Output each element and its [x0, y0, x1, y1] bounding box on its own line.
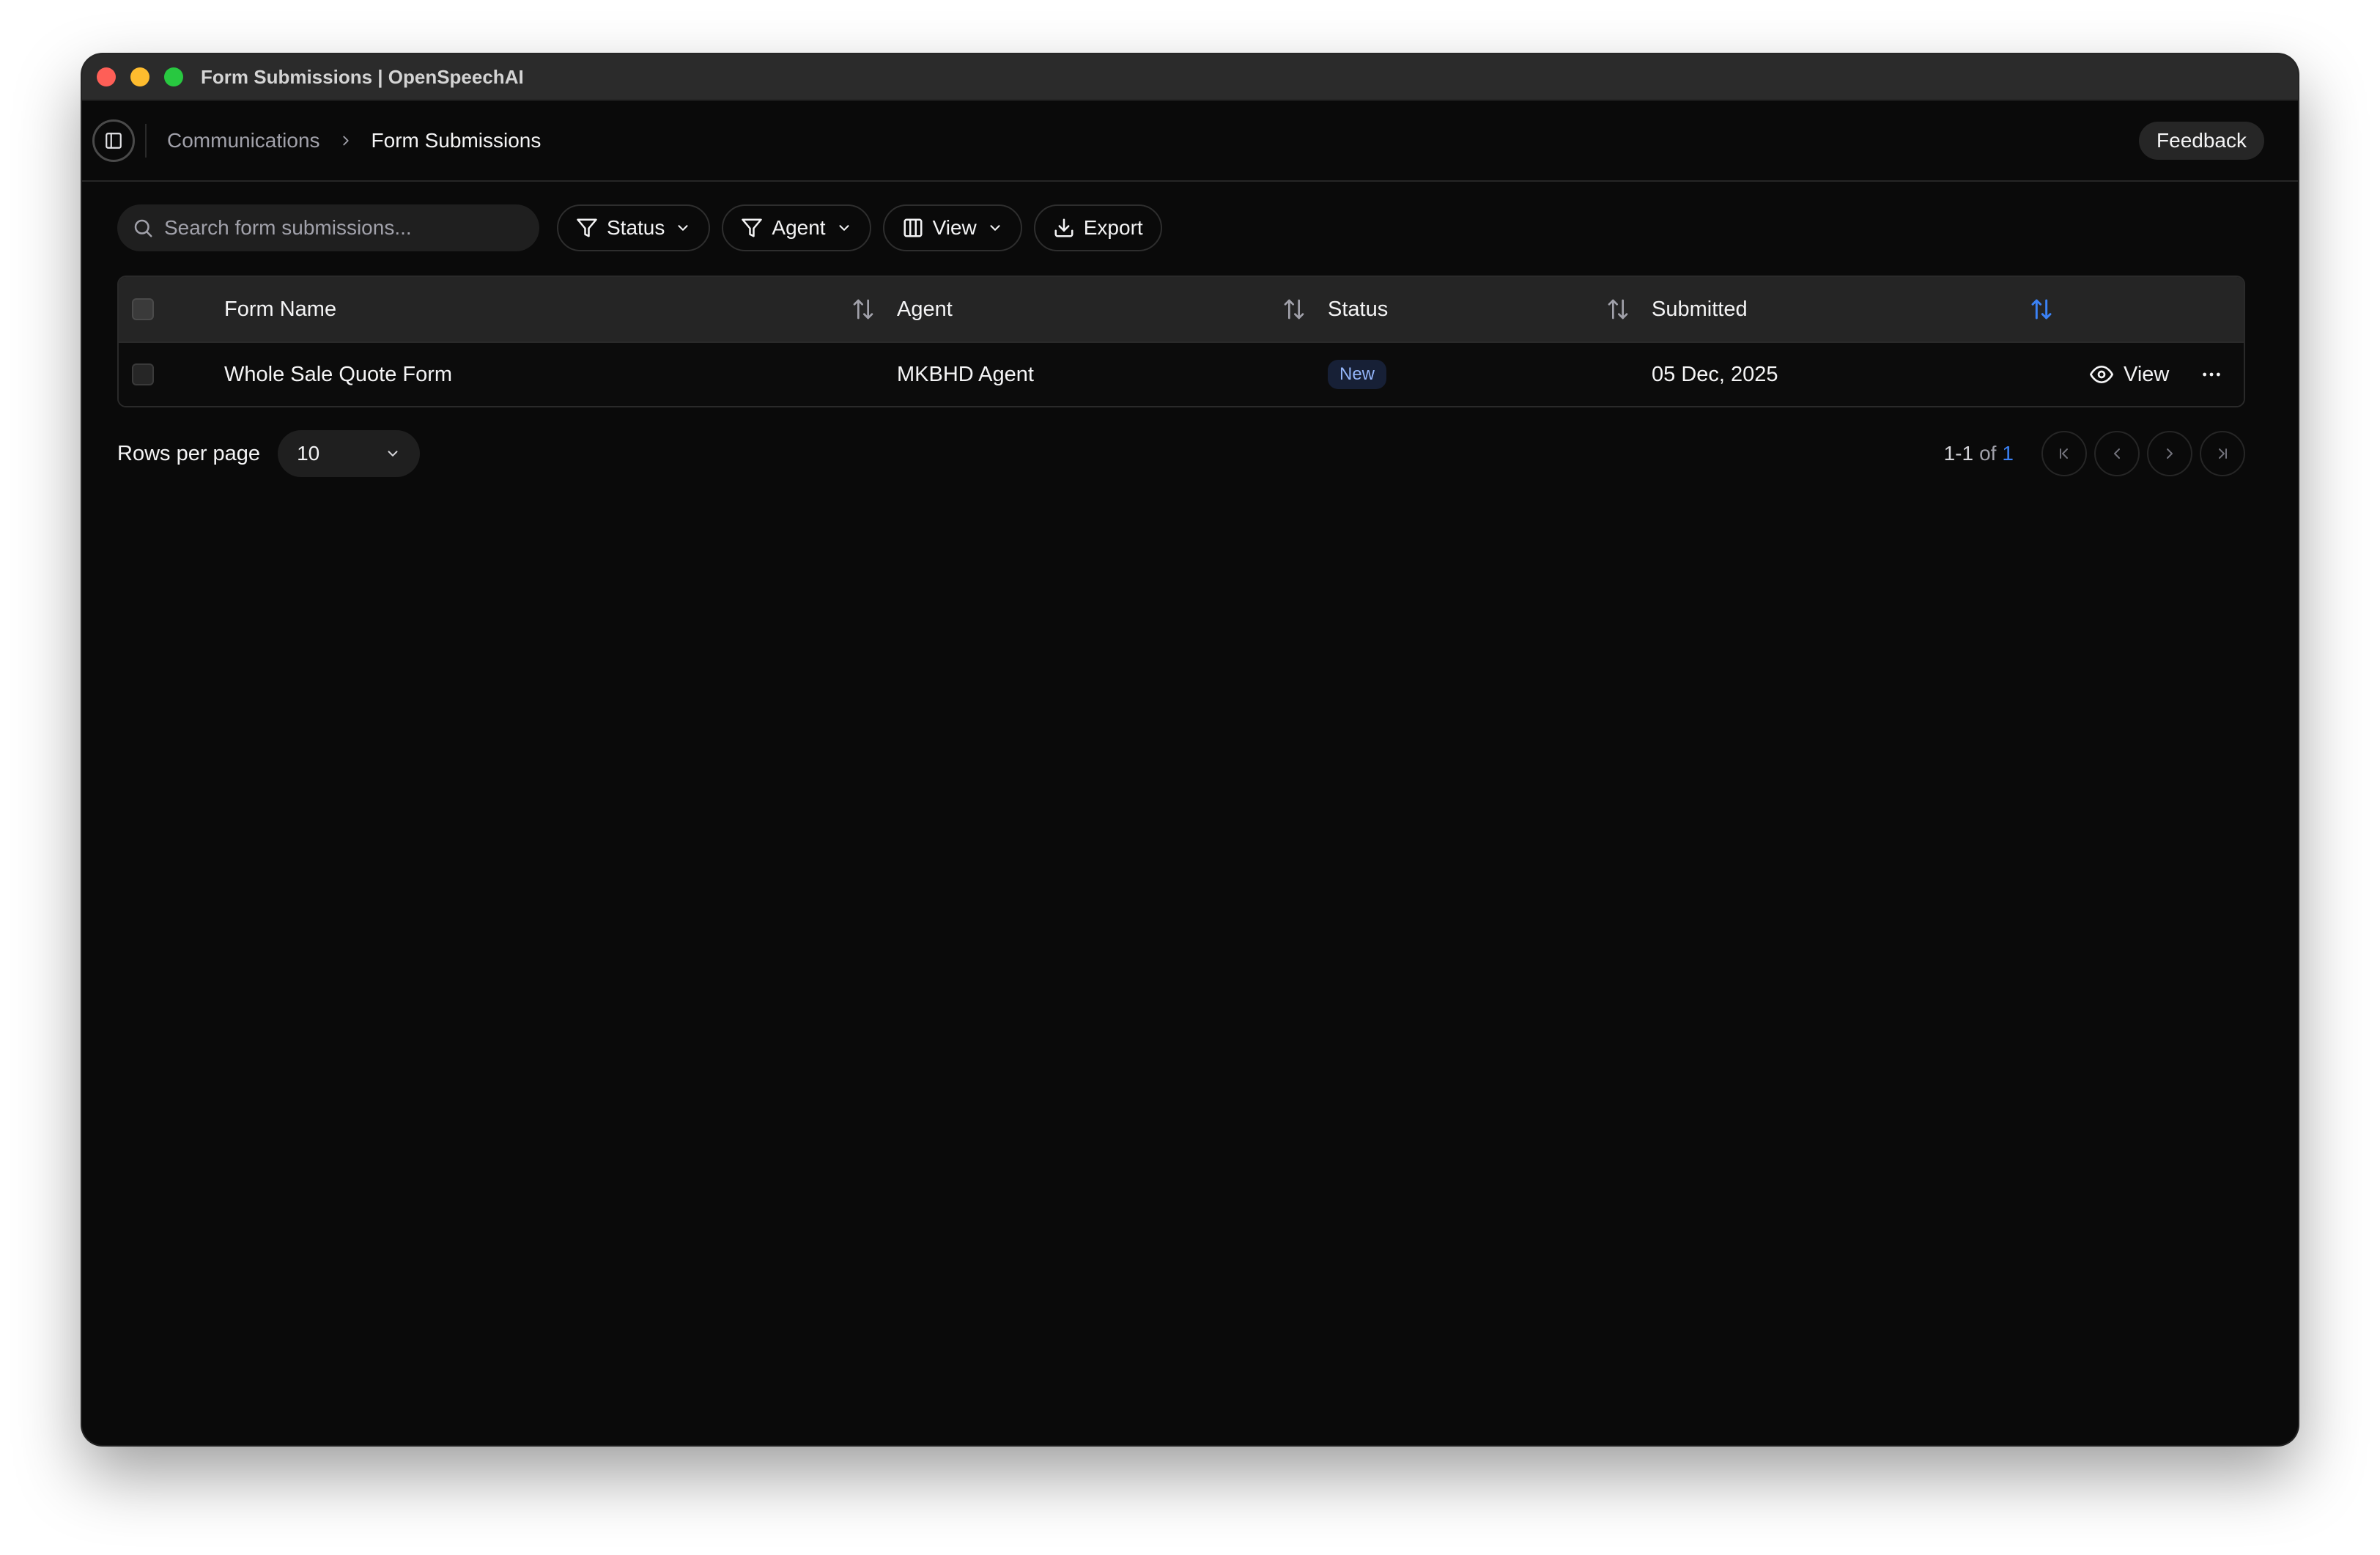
rows-per-page-select[interactable]: 10 — [278, 430, 421, 477]
table-header-row: Form Name Agent Status Submitted — [119, 277, 2244, 341]
row-view-button[interactable]: View — [2090, 343, 2169, 406]
chevrons-right-last-icon — [2219, 448, 2227, 459]
sort-status-icon[interactable] — [1606, 277, 1630, 341]
table-row[interactable]: Whole Sale Quote Form MKBHD Agent New 05… — [119, 341, 2244, 406]
close-window-button[interactable] — [97, 67, 116, 86]
form-name-cell: Whole Sale Quote Form — [224, 362, 453, 386]
filter-icon — [577, 218, 597, 237]
row-actions-button[interactable] — [2200, 343, 2223, 406]
search-input[interactable] — [164, 216, 516, 240]
page-range: 1-1 of 1 — [1944, 442, 2014, 465]
select-all-cell — [132, 277, 154, 341]
chevron-down-icon — [990, 225, 1000, 231]
agent-filter-label: Agent — [772, 216, 826, 239]
table-toolbar: Status Agent View Export — [117, 204, 2247, 252]
row-select-cell — [132, 343, 154, 406]
filter-icon — [742, 218, 763, 237]
sort-submitted-icon-active[interactable] — [2030, 277, 2053, 341]
breadcrumb: Communications Form Submissions — [167, 129, 541, 152]
status-badge: New — [1328, 360, 1387, 389]
download-icon — [1054, 218, 1073, 237]
row-select-checkbox[interactable] — [132, 363, 154, 385]
select-all-checkbox[interactable] — [132, 298, 154, 320]
window-title: Form Submissions | OpenSpeechAI — [201, 65, 524, 88]
status-filter-button[interactable]: Status — [557, 204, 711, 251]
breadcrumb-form-submissions: Form Submissions — [371, 129, 542, 152]
export-button[interactable]: Export — [1033, 204, 1162, 251]
chevron-right-icon — [338, 133, 354, 149]
divider — [145, 124, 147, 158]
chevrons-left-first-icon — [2060, 448, 2068, 459]
column-header-form-name[interactable]: Form Name — [224, 277, 336, 341]
feedback-button[interactable]: Feedback — [2139, 122, 2264, 160]
view-columns-label: View — [932, 216, 977, 239]
agent-cell: MKBHD Agent — [897, 362, 1034, 386]
chevron-left-icon — [2114, 448, 2120, 459]
title-bar: Form Submissions | OpenSpeechAI — [82, 54, 2298, 101]
page-total: 1 — [2002, 442, 2014, 465]
view-columns-button[interactable]: View — [882, 204, 1022, 251]
sidebar-panel-icon — [106, 133, 122, 149]
search-box[interactable] — [117, 204, 539, 251]
rows-per-page-label: Rows per page — [117, 441, 261, 465]
last-page-button[interactable] — [2200, 431, 2245, 476]
minimize-window-button[interactable] — [130, 67, 149, 86]
breadcrumb-communications[interactable]: Communications — [167, 129, 320, 152]
status-cell: New — [1328, 343, 1387, 406]
row-view-label: View — [2124, 362, 2170, 386]
search-icon — [134, 219, 152, 237]
agent-filter-button[interactable]: Agent — [722, 204, 871, 251]
top-bar: Communications Form Submissions Feedback — [82, 101, 2298, 182]
zoom-window-button[interactable] — [164, 67, 183, 86]
sidebar-toggle-button[interactable] — [92, 119, 135, 162]
columns-icon — [903, 218, 923, 237]
column-header-submitted[interactable]: Submitted — [1652, 277, 1748, 341]
page-range-of: of — [1979, 442, 1997, 465]
first-page-button[interactable] — [2041, 431, 2087, 476]
pagination-bar: Rows per page 10 1-1 of 1 — [117, 429, 2245, 478]
main-content: Status Agent View Export — [82, 182, 2298, 478]
submissions-table: Form Name Agent Status Submitted Whole S… — [117, 276, 2245, 407]
sort-agent-icon[interactable] — [1282, 277, 1306, 341]
column-header-status[interactable]: Status — [1328, 277, 1388, 341]
chevron-right-icon — [2167, 448, 2173, 459]
more-horizontal-icon — [2203, 372, 2220, 377]
chevron-down-icon — [678, 225, 688, 231]
page-range-value: 1-1 — [1943, 442, 1974, 465]
app-window: Form Submissions | OpenSpeechAI Communic… — [82, 54, 2298, 1445]
column-header-agent[interactable]: Agent — [897, 277, 953, 341]
eye-icon — [2090, 366, 2113, 383]
chevron-down-icon — [839, 225, 849, 231]
status-filter-label: Status — [607, 216, 665, 239]
submitted-cell: 05 Dec, 2025 — [1652, 362, 1778, 386]
next-page-button[interactable] — [2147, 431, 2192, 476]
rows-per-page-value: 10 — [297, 442, 320, 465]
chevron-down-icon — [388, 451, 398, 457]
sort-form-name-icon[interactable] — [851, 277, 875, 341]
export-label: Export — [1083, 216, 1143, 239]
previous-page-button[interactable] — [2094, 431, 2140, 476]
